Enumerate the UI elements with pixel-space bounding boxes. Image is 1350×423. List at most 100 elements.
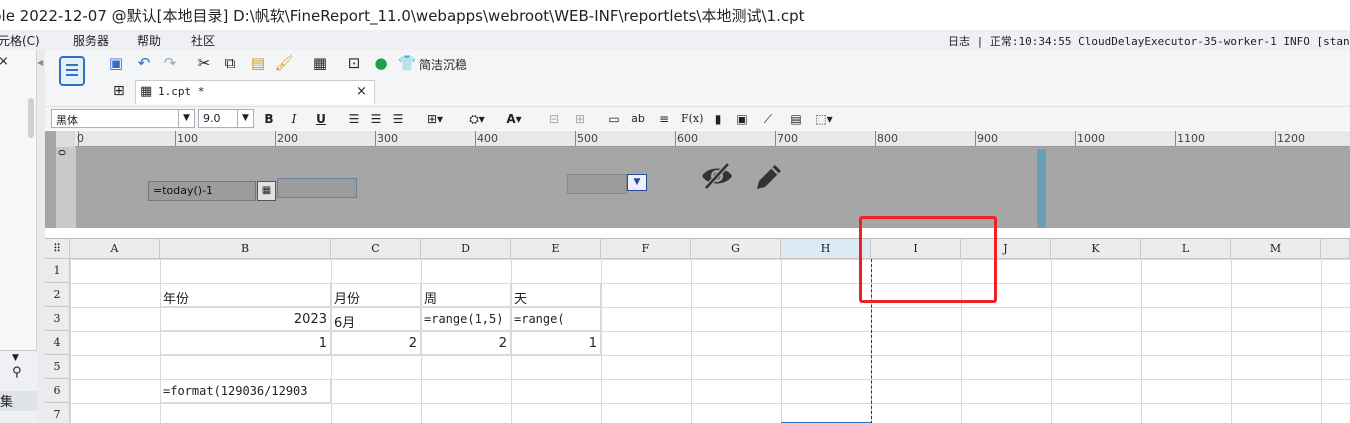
column-header-selected[interactable]: H bbox=[781, 239, 871, 259]
cell-B2[interactable]: 年份 bbox=[160, 283, 331, 307]
collapse-icon[interactable]: ⨯ bbox=[0, 54, 9, 69]
cell-B4[interactable]: 1 bbox=[160, 331, 331, 355]
cell-B6[interactable]: =format(129036/12903 bbox=[160, 379, 331, 403]
panel-collapse-strip[interactable]: ◀ bbox=[37, 50, 45, 423]
chevron-down-icon[interactable]: ▼ bbox=[627, 174, 647, 191]
align-left-icon[interactable]: ☰ bbox=[345, 110, 363, 128]
insert-row-icon[interactable]: ▭ bbox=[605, 110, 623, 128]
fill-color-icon[interactable]: ⛭▾ bbox=[463, 110, 491, 128]
column-header[interactable]: C bbox=[331, 239, 421, 259]
text-cell-icon[interactable]: ab bbox=[629, 110, 647, 128]
cell-C4[interactable]: 2 bbox=[331, 331, 421, 355]
tab-1cpt[interactable]: ▦ 1.cpt * × bbox=[135, 80, 375, 104]
column-header[interactable]: D bbox=[421, 239, 511, 259]
border-icon[interactable]: ⊞▾ bbox=[421, 110, 449, 128]
cell-B3[interactable]: 2023 bbox=[160, 307, 331, 331]
italic-button[interactable]: I bbox=[285, 110, 303, 128]
row-header[interactable]: 1 bbox=[45, 259, 70, 283]
preview-icon[interactable]: ⊡ bbox=[345, 54, 363, 72]
close-icon[interactable]: × bbox=[356, 84, 367, 99]
chart-icon[interactable]: ▮ bbox=[709, 110, 727, 128]
column-header[interactable]: F bbox=[601, 239, 691, 259]
report-grid[interactable]: ⠿ A B C D E F G H I J K L M 1 2 3 4 5 6 … bbox=[45, 238, 1350, 423]
align-center-icon[interactable]: ☰ bbox=[367, 110, 385, 128]
row-header[interactable]: 7 bbox=[45, 403, 70, 423]
vertical-ruler: 0 bbox=[56, 147, 76, 228]
column-header[interactable]: M bbox=[1231, 239, 1321, 259]
unmerge-cells-icon[interactable]: ⊞ bbox=[571, 110, 589, 128]
cut-icon[interactable]: ✂ bbox=[195, 54, 213, 72]
menu-bar: 元格(C) 服务器 帮助 社区 日志 | 正常:10:34:55 CloudDe… bbox=[0, 30, 1350, 50]
undo-icon[interactable]: ↶ bbox=[135, 54, 153, 72]
widget-icon[interactable]: ⬚▾ bbox=[811, 110, 837, 128]
select-all-corner[interactable]: ⠿ bbox=[45, 239, 70, 259]
sub-report-icon[interactable]: ▤ bbox=[787, 110, 805, 128]
cell-D4[interactable]: 2 bbox=[421, 331, 511, 355]
ruler-label: 700 bbox=[777, 132, 798, 145]
param-pane-boundary[interactable] bbox=[1037, 149, 1046, 228]
column-header[interactable]: K bbox=[1051, 239, 1141, 259]
row-header[interactable]: 5 bbox=[45, 355, 70, 379]
underline-button[interactable]: U bbox=[312, 110, 330, 128]
chevron-down-icon[interactable]: ▼ bbox=[237, 110, 253, 127]
formula-icon[interactable]: F(x) bbox=[681, 110, 703, 128]
left-panel-scrollbar[interactable] bbox=[28, 98, 34, 138]
row-header[interactable]: 2 bbox=[45, 283, 70, 307]
font-family-select[interactable]: 黑体 ▼ bbox=[51, 109, 195, 128]
cell-E2[interactable]: 天 bbox=[511, 283, 601, 307]
insert-list-icon[interactable]: ≡ bbox=[655, 110, 673, 128]
column-header[interactable]: A bbox=[70, 239, 160, 259]
row-header[interactable]: 3 bbox=[45, 307, 70, 331]
date-param-widget[interactable]: =today()-1 bbox=[148, 181, 256, 201]
cell-C3[interactable]: 6月 bbox=[331, 307, 421, 331]
column-header[interactable]: L bbox=[1141, 239, 1231, 259]
cell-E3[interactable]: =range( bbox=[511, 307, 601, 331]
eye-slash-icon[interactable] bbox=[700, 161, 734, 191]
theme-label[interactable]: 简洁沉稳 bbox=[419, 56, 467, 73]
format-painter-icon[interactable]: 🖌 bbox=[274, 54, 293, 72]
ruler-label: 400 bbox=[477, 132, 498, 145]
chevron-down-icon[interactable]: ▼ bbox=[12, 353, 19, 363]
dataset-tab[interactable]: 集 bbox=[0, 391, 37, 411]
row-header[interactable]: 6 bbox=[45, 379, 70, 403]
cell-E4[interactable]: 1 bbox=[511, 331, 601, 355]
sheet-grid-icon[interactable]: ⊞ bbox=[113, 83, 125, 99]
check-icon[interactable]: ● bbox=[372, 54, 390, 72]
text-param-widget[interactable] bbox=[277, 178, 357, 198]
paste-icon[interactable]: ▤ bbox=[249, 54, 267, 72]
menu-help[interactable]: 帮助 bbox=[137, 32, 161, 49]
menu-community[interactable]: 社区 bbox=[191, 32, 215, 49]
save-icon[interactable]: ▣ bbox=[107, 54, 125, 72]
theme-icon[interactable]: 👕 bbox=[398, 54, 417, 72]
status-log[interactable]: 日志 | 正常:10:34:55 CloudDelayExecutor-35-w… bbox=[948, 33, 1350, 49]
pencil-icon[interactable] bbox=[751, 161, 785, 195]
merge-cells-icon[interactable]: ⊟ bbox=[545, 110, 563, 128]
cell-D2[interactable]: 周 bbox=[421, 283, 511, 307]
column-header[interactable]: E bbox=[511, 239, 601, 259]
search-icon[interactable]: ⚲ bbox=[12, 365, 22, 380]
calendar-icon[interactable]: ▦ bbox=[257, 181, 276, 201]
font-color-icon[interactable]: A▾ bbox=[499, 110, 529, 128]
menu-server[interactable]: 服务器 bbox=[73, 32, 109, 49]
align-right-icon[interactable]: ☰ bbox=[389, 110, 407, 128]
chevron-down-icon[interactable]: ▼ bbox=[178, 110, 194, 127]
combo-param-widget[interactable] bbox=[567, 174, 627, 194]
chevron-left-icon[interactable]: ◀ bbox=[37, 58, 43, 67]
menu-cell[interactable]: 元格(C) bbox=[0, 32, 40, 49]
cell-D3[interactable]: =range(1,5) bbox=[421, 307, 511, 331]
ruler-label: 1100 bbox=[1177, 132, 1205, 145]
cell-C2[interactable]: 月份 bbox=[331, 283, 421, 307]
template-param-icon[interactable]: ▦ bbox=[311, 54, 329, 72]
font-size-select[interactable]: 9.0 ▼ bbox=[198, 109, 254, 128]
column-header[interactable]: G bbox=[691, 239, 781, 259]
image-icon[interactable]: ▣ bbox=[733, 110, 751, 128]
copy-icon[interactable]: ⧉ bbox=[221, 54, 239, 72]
report-icon: ▦ bbox=[140, 84, 153, 99]
bold-button[interactable]: B bbox=[260, 110, 278, 128]
row-header[interactable]: 4 bbox=[45, 331, 70, 355]
slash-icon[interactable]: ⟋ bbox=[759, 110, 777, 128]
column-header[interactable]: B bbox=[160, 239, 331, 259]
redo-icon[interactable]: ↷ bbox=[161, 54, 179, 72]
template-icon[interactable] bbox=[59, 56, 85, 86]
column-header[interactable] bbox=[1321, 239, 1350, 259]
